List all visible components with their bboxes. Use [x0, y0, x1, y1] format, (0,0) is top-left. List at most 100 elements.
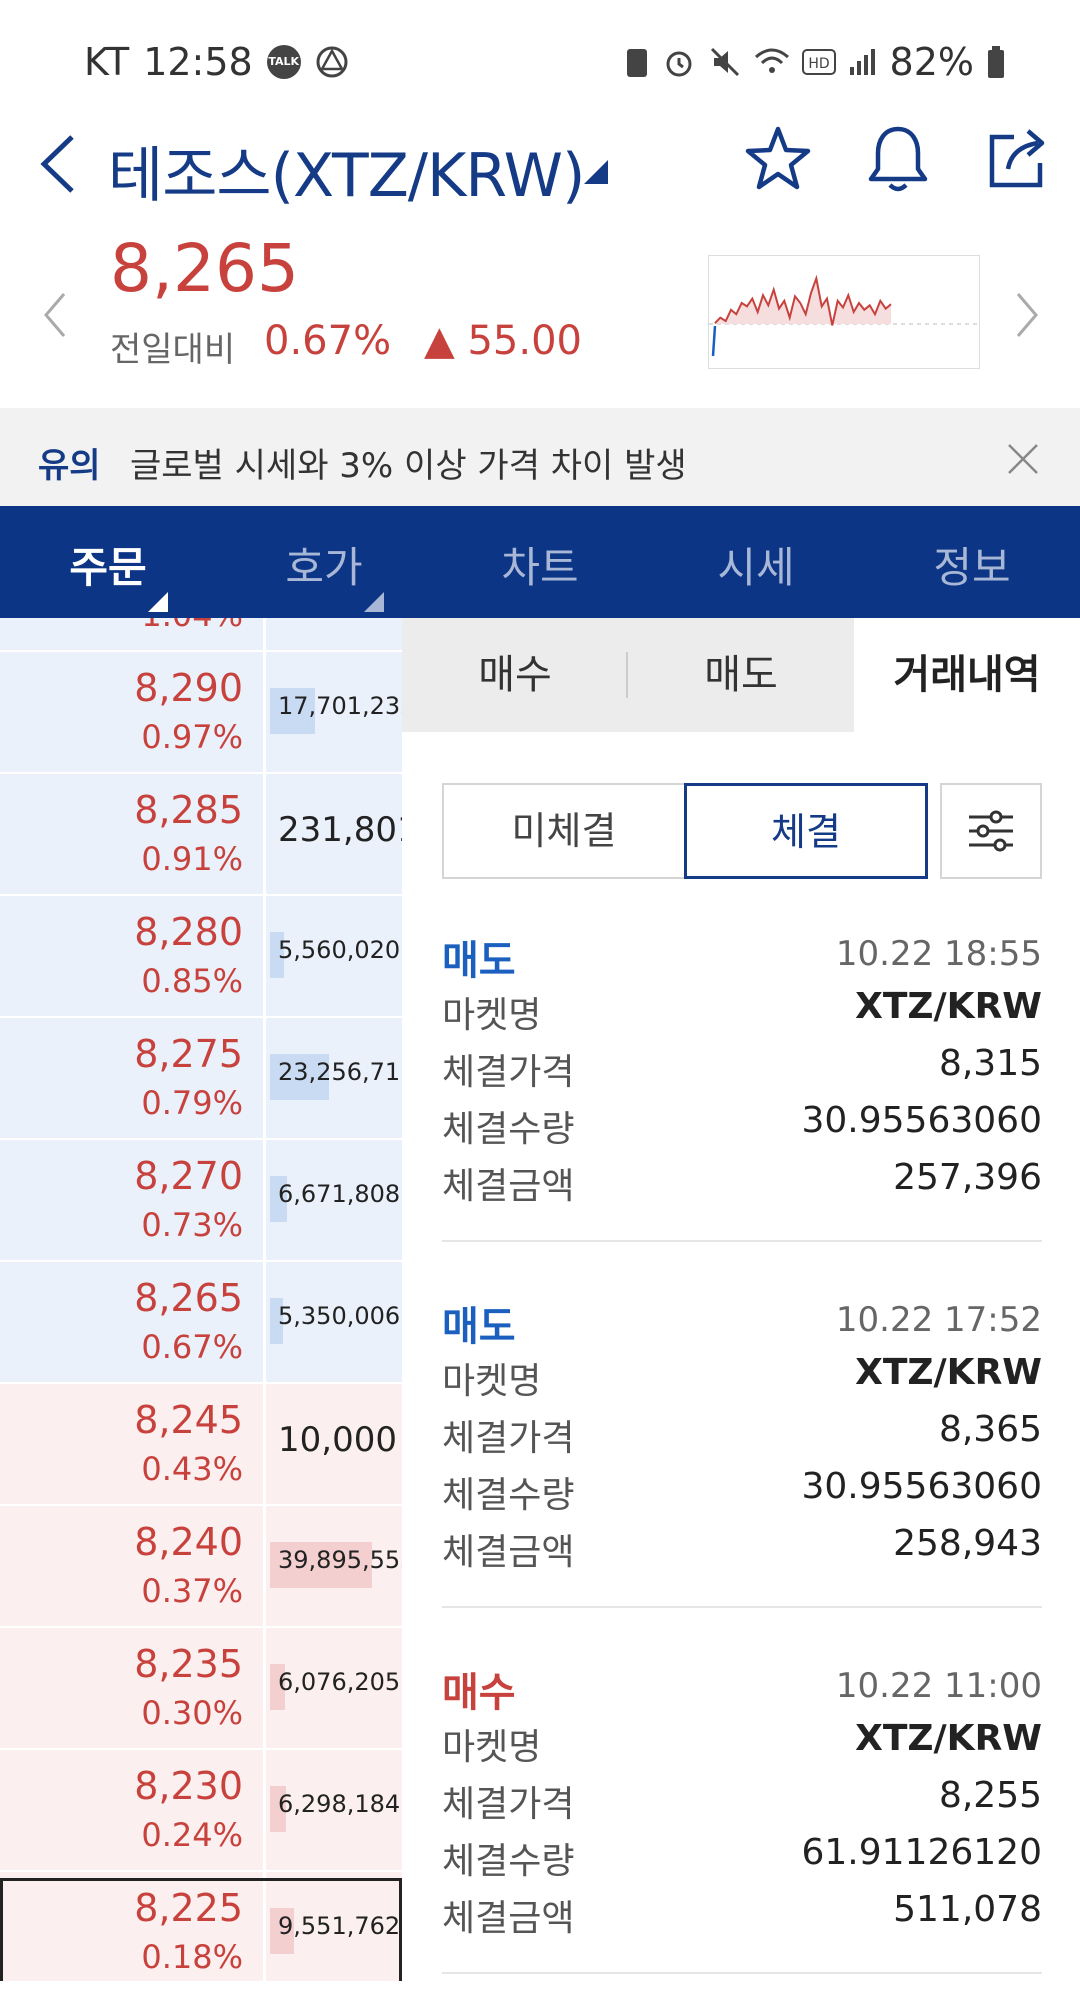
trade-market: XTZ/KRW [855, 1718, 1042, 1759]
orderbook-price: 8,245 [134, 1398, 243, 1442]
orderbook-pct: 0.97% [141, 718, 243, 756]
orderbook-volume: 231,801 [278, 810, 402, 850]
tab-order[interactable]: 주문 [0, 534, 216, 595]
trade-side: 매도 [442, 1304, 516, 1350]
notice-tag: 유의 [38, 446, 101, 486]
trade-qty: 30.95563060 [801, 1100, 1043, 1141]
orderbook-price-cell: 8,245 0.43% [0, 1384, 266, 1504]
market-label: 마켓명 [442, 995, 542, 1036]
market-label: 마켓명 [442, 1727, 542, 1768]
star-icon[interactable] [744, 125, 812, 193]
orderbook-price-cell: 8,275 0.79% [0, 1018, 266, 1138]
orderbook-price-cell: 8,265 0.67% [0, 1262, 266, 1382]
tab-order-corner-icon [148, 592, 168, 612]
orderbook-row[interactable]: 8,225 0.18% 9,551,762 [0, 1872, 402, 1981]
bell-icon[interactable] [866, 123, 930, 195]
orderbook: 1.04% 8,290 0.97% 17,701,233 8,285 0.91% 231,… [0, 618, 402, 1981]
subtab-sell[interactable]: 매도 [628, 618, 854, 732]
orderbook-row-partial[interactable]: 1.04% [0, 618, 402, 652]
orderbook-volume: 9,551,762 [278, 1912, 401, 1940]
page-title[interactable]: 테조스(XTZ/KRW) [108, 127, 585, 214]
orderbook-row[interactable]: 8,230 0.24% 6,298,184 [0, 1750, 402, 1872]
trade-side: 매도 [442, 938, 516, 984]
tab-info[interactable]: 정보 [864, 534, 1080, 595]
qty-label: 체결수량 [442, 1841, 575, 1882]
trade-amount: 257,396 [893, 1157, 1042, 1198]
orderbook-price: 8,265 [134, 1276, 243, 1320]
order-panel: 매수 매도 거래내역 미체결 체결 매도 10.22 18:55 마켓명 XTZ/KR… [402, 618, 1080, 1981]
orderbook-price-cell: 8,235 0.30% [0, 1628, 266, 1748]
orderbook-row[interactable]: 8,270 0.73% 6,671,808 [0, 1140, 402, 1262]
prev-market-chevron-icon[interactable] [40, 290, 70, 340]
sliders-icon [969, 810, 1013, 852]
orderbook-row[interactable]: 8,285 0.91% 231,801 [0, 774, 402, 896]
orderbook-row[interactable]: 8,235 0.30% 6,076,205 [0, 1628, 402, 1750]
battery-icon [988, 46, 1004, 78]
orderbook-row[interactable]: 8,280 0.85% 5,560,020 [0, 896, 402, 1018]
svg-text:HD: HD [808, 56, 829, 72]
orderbook-price: 8,270 [134, 1154, 243, 1198]
trade-item[interactable]: 매수 10.22 11:00 마켓명 XTZ/KRW 체결가격 8,255 체결수량 61.9… [442, 1660, 1042, 2000]
orderbook-volume: 6,671,808 [278, 1180, 401, 1208]
next-market-chevron-icon[interactable] [1012, 290, 1042, 340]
orderbook-volume: 10,000 [278, 1420, 397, 1460]
orderbook-price: 8,285 [134, 788, 243, 832]
filter-filled-button[interactable]: 체결 [684, 783, 928, 879]
battery-saver-icon [626, 49, 647, 77]
order-subtabs: 매수 매도 거래내역 [402, 618, 1080, 732]
market-dropdown-caret-icon[interactable] [584, 160, 608, 184]
tab-chart[interactable]: 차트 [432, 534, 648, 595]
main-tab-bar: 주문 호가 차트 시세 정보 [0, 506, 1080, 618]
current-price: 8,265 [110, 230, 299, 307]
history-filters: 미체결 체결 [442, 783, 1042, 879]
mute-icon [710, 47, 739, 77]
orderbook-pct: 0.24% [141, 1816, 243, 1854]
orderbook-row[interactable]: 8,265 0.67% 5,350,006 [0, 1262, 402, 1384]
close-icon[interactable] [1006, 442, 1040, 476]
orderbook-row[interactable]: 8,245 0.43% 10,000 [0, 1384, 402, 1506]
orderbook-pct: 0.85% [141, 962, 243, 1000]
orderbook-volume: 39,895,553 [278, 1546, 402, 1574]
trade-item[interactable]: 매도 10.22 18:55 마켓명 XTZ/KRW 체결가격 8,315 체결수량 30.9… [442, 928, 1042, 1268]
subtab-history[interactable]: 거래내역 [854, 618, 1080, 732]
orderbook-price: 8,240 [134, 1520, 243, 1564]
trade-amount: 511,078 [893, 1889, 1042, 1930]
price-label: 체결가격 [442, 1052, 575, 1093]
amount-label: 체결금액 [442, 1166, 575, 1207]
orderbook-pct: 0.79% [141, 1084, 243, 1122]
alarm-icon [666, 51, 692, 77]
filter-settings-button[interactable] [940, 783, 1042, 879]
qty-label: 체결수량 [442, 1475, 575, 1516]
filter-pending-button[interactable]: 미체결 [442, 783, 686, 879]
trade-item[interactable]: 매도 10.22 17:52 마켓명 XTZ/KRW 체결가격 8,365 체결수량 30.9… [442, 1294, 1042, 1634]
subtab-divider [626, 652, 628, 698]
share-icon[interactable] [986, 125, 1050, 191]
back-icon[interactable] [36, 131, 80, 197]
subtab-buy[interactable]: 매수 [402, 618, 628, 732]
orderbook-pct: 0.73% [141, 1206, 243, 1244]
price-label: 체결가격 [442, 1784, 575, 1825]
sparkline [709, 274, 979, 357]
price-label: 체결가격 [442, 1418, 575, 1459]
orderbook-volume: 17,701,233 [278, 692, 402, 720]
tab-market-price[interactable]: 시세 [648, 534, 864, 595]
trade-divider [442, 1606, 1042, 1608]
signal-icon [849, 49, 875, 75]
app-header: 테조스(XTZ/KRW) [0, 115, 1080, 225]
orderbook-price-cell: 8,290 0.97% [0, 652, 266, 772]
market-label: 마켓명 [442, 1361, 542, 1402]
orderbook-price: 8,290 [134, 666, 243, 710]
amount-label: 체결금액 [442, 1532, 575, 1573]
orderbook-price: 8,280 [134, 910, 243, 954]
wifi-icon [754, 48, 789, 73]
mini-price-chart[interactable] [708, 255, 980, 369]
orderbook-row[interactable]: 8,290 0.97% 17,701,233 [0, 652, 402, 774]
orderbook-price-cell: 8,225 0.18% [0, 1872, 266, 1981]
orderbook-volume: 6,076,205 [278, 1668, 401, 1696]
status-bar: KT 12:58 TALK HD 82% [0, 0, 1080, 120]
orderbook-price-cell: 8,240 0.37% [0, 1506, 266, 1626]
orderbook-pct: 0.18% [141, 1938, 243, 1976]
tab-orderbook[interactable]: 호가 [216, 534, 432, 595]
orderbook-row[interactable]: 8,275 0.79% 23,256,711 [0, 1018, 402, 1140]
orderbook-row[interactable]: 8,240 0.37% 39,895,553 [0, 1506, 402, 1628]
